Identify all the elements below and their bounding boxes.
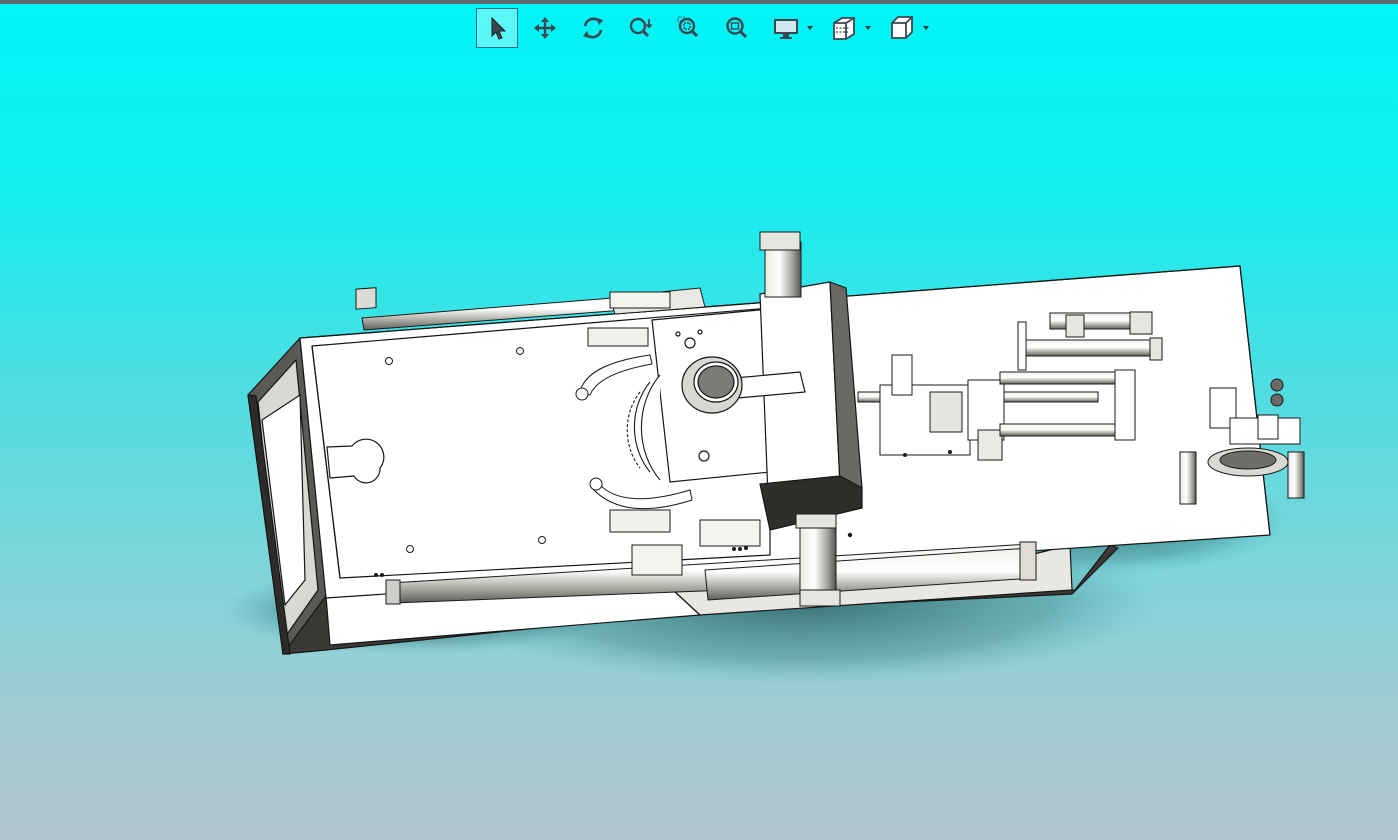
vertical-cylinder-bottom — [795, 513, 841, 607]
3d-viewport[interactable] — [0, 0, 1398, 840]
vertical-cylinder-top — [759, 231, 802, 298]
cad-assembly-model[interactable] — [0, 0, 1398, 840]
